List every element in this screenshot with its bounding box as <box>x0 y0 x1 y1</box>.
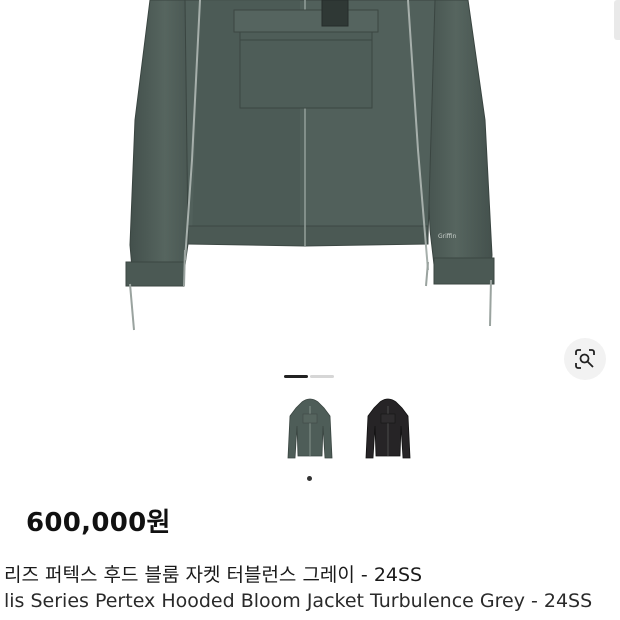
slide-indicator-inactive <box>310 375 334 378</box>
lens-search-icon <box>575 349 595 369</box>
jacket-image: Griffin <box>125 0 495 331</box>
thumbnail-grey-jacket[interactable] <box>280 396 340 470</box>
product-hero-image[interactable]: Griffin <box>0 0 620 370</box>
product-title-english: lis Series Pertex Hooded Bloom Jacket Tu… <box>4 590 593 612</box>
grey-jacket-thumb-image <box>287 398 333 459</box>
black-jacket-thumb-image <box>365 398 411 459</box>
slide-indicator-active <box>284 375 308 378</box>
product-title-korean: 리즈 퍼텍스 후드 블룸 자켓 터블런스 그레이 - 24SS <box>4 564 423 586</box>
lens-search-button[interactable] <box>564 338 606 380</box>
selected-thumbnail-dot <box>307 476 312 481</box>
color-thumbnails <box>0 396 620 476</box>
jacket-brand-mark: Griffin <box>438 233 457 240</box>
scrollbar[interactable] <box>614 0 620 40</box>
product-price: 600,000원 <box>26 508 171 538</box>
slide-indicator <box>284 375 334 379</box>
thumbnail-black-jacket[interactable] <box>358 396 418 470</box>
